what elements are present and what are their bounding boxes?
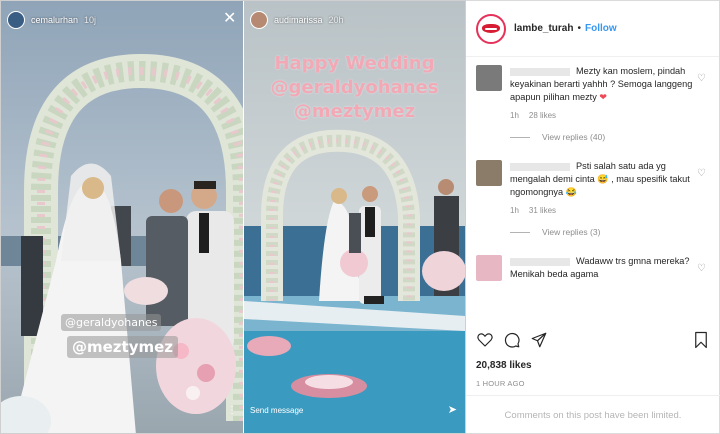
comment-time: 1h: [510, 206, 519, 215]
redacted-username[interactable]: [510, 257, 570, 266]
likes-count[interactable]: 20,838 likes: [476, 360, 532, 371]
comment: Mezty kan moslem, pindah keyakinan berar…: [476, 65, 720, 142]
story-caption-title: Happy Wedding: [274, 53, 435, 74]
laughing-emoji-icon: 😂: [565, 187, 577, 197]
comment-text: Psti salah satu ada yg mengalah demi cin…: [510, 161, 690, 197]
like-heart-icon[interactable]: ♡: [697, 263, 706, 274]
avatar[interactable]: [476, 13, 506, 44]
comment-text: Mezty kan moslem, pindah keyakinan berar…: [510, 66, 693, 102]
redacted-username[interactable]: [510, 67, 570, 76]
story-caption-mention-geraldyohanes: @geraldyohanes: [270, 77, 439, 98]
heart-emoji-icon: ❤: [599, 92, 608, 102]
view-replies-button[interactable]: View replies (3): [510, 227, 720, 237]
bookmark-icon[interactable]: [692, 331, 710, 349]
avatar[interactable]: [7, 11, 25, 29]
avatar[interactable]: [476, 255, 502, 281]
comment-likes[interactable]: 28 likes: [529, 111, 556, 120]
comments-list: Mezty kan moslem, pindah keyakinan berar…: [466, 57, 720, 321]
comment-text: Wadaww trs gmna mereka? Menikah beda aga…: [510, 256, 690, 279]
post-image: cemalurhan 10j @geraldyohanes @meztymez …: [0, 0, 466, 434]
story-username[interactable]: cemalurhan: [31, 15, 78, 25]
action-bar: [476, 331, 710, 355]
story-time: 20h: [328, 15, 344, 25]
story-caption-mention-meztymez: @meztymez: [293, 101, 416, 122]
avatar[interactable]: [476, 65, 502, 91]
like-heart-icon[interactable]: [476, 331, 494, 349]
comment: Wadaww trs gmna mereka? Menikah beda aga…: [476, 255, 720, 281]
send-icon[interactable]: ➤: [448, 403, 457, 416]
view-replies-button[interactable]: View replies (40): [510, 132, 720, 142]
separator-dot: •: [577, 23, 581, 34]
comment-icon[interactable]: [503, 331, 521, 349]
send-message-input[interactable]: Send message: [250, 406, 303, 415]
mention-tag-meztymez: @meztymez: [67, 336, 179, 358]
like-heart-icon[interactable]: ♡: [697, 168, 706, 179]
mention-tag-geraldyohanes: @geraldyohanes: [61, 314, 162, 331]
comment-likes[interactable]: 31 likes: [529, 206, 556, 215]
comment-time: 1h: [510, 111, 519, 120]
comment-meta: 1h 28 likes: [510, 111, 720, 120]
share-icon[interactable]: [530, 331, 548, 349]
avatar[interactable]: [250, 11, 268, 29]
story-right: audimarissa 20h Happy Wedding @geraldyoh…: [244, 1, 465, 433]
like-heart-icon[interactable]: ♡: [697, 73, 706, 84]
comment: Psti salah satu ada yg mengalah demi cin…: [476, 160, 720, 237]
redacted-username[interactable]: [510, 162, 570, 171]
more-options-icon[interactable]: ⋮: [227, 405, 237, 416]
comments-limited-notice: Comments on this post have been limited.: [466, 395, 720, 434]
story-time: 10j: [84, 15, 97, 25]
post-time: 1 HOUR AGO: [476, 379, 525, 388]
post-panel: lambe_turah • Follow Mezty kan moslem, p…: [466, 0, 720, 434]
follow-button[interactable]: Follow: [585, 23, 617, 34]
post-username[interactable]: lambe_turah: [514, 23, 573, 34]
comment-meta: 1h 31 likes: [510, 206, 720, 215]
sweat-smile-emoji-icon: 😅: [597, 174, 609, 184]
avatar[interactable]: [476, 160, 502, 186]
story-left: cemalurhan 10j @geraldyohanes @meztymez …: [1, 1, 243, 433]
post-header: lambe_turah • Follow: [466, 1, 719, 57]
close-icon[interactable]: ✕: [223, 11, 236, 27]
story-username[interactable]: audimarissa: [274, 15, 323, 25]
wedding-photo-left: [1, 1, 243, 433]
lips-logo-icon: [482, 24, 500, 33]
